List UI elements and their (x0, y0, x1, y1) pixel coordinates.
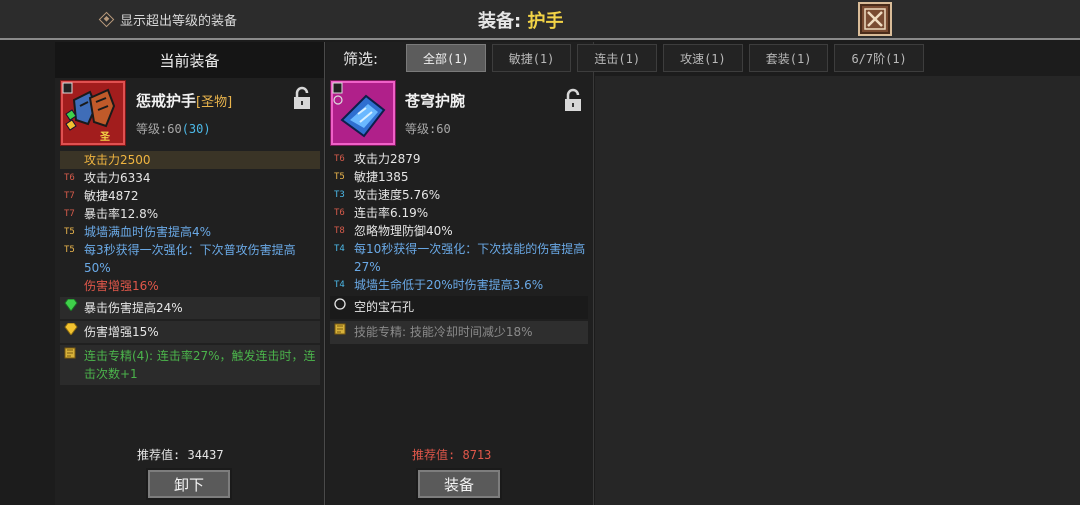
stat-tier: T5 (64, 227, 75, 237)
toggle-label: 显示超出等级的装备 (120, 14, 238, 29)
filter-tab[interactable]: 全部(1) (406, 44, 486, 72)
title-label: 装备: (478, 11, 522, 32)
stat-text: 连击率6.19% (354, 206, 429, 220)
stat-tier: T7 (64, 191, 75, 201)
gem-text: 伤害增强15% (84, 325, 159, 339)
socket-row: 空的宝石孔 (330, 296, 588, 319)
candidate-item-level: 等级:60 (405, 122, 451, 136)
stat-tier: T6 (334, 154, 345, 164)
current-item-name: 惩戒护手[圣物] (136, 90, 232, 111)
filter-tab[interactable]: 6/7阶(1) (834, 44, 924, 72)
current-stats-list: 攻击力2500 T6 攻击力6334 T7 敏捷4872 T7 暴击率12.8% T5 城墙满血… (60, 151, 320, 387)
stat-tier: T5 (64, 245, 75, 255)
rec-value: 34437 (187, 448, 224, 462)
unequip-button[interactable]: 卸下 (146, 468, 232, 500)
filter-tab[interactable]: 套装(1) (748, 44, 829, 72)
show-over-level-toggle[interactable]: 显示超出等级的装备 (98, 10, 238, 29)
stat-text: 敏捷4872 (84, 189, 139, 203)
stat-text: 每10秒获得一次强化：下次技能的伤害提高27% (354, 242, 586, 274)
stat-text: 攻击力2879 (354, 152, 421, 166)
empty-socket-icon (330, 298, 354, 317)
stat-tier: T7 (64, 209, 75, 219)
stat-row: T4 城墙生命低于20%时伤害提高3.6% (330, 276, 588, 294)
rec-label: 推荐值: (137, 448, 181, 462)
rec-value: 8713 (462, 448, 492, 462)
stat-row: T4 每10秒获得一次强化：下次技能的伤害提高27% (330, 240, 588, 276)
rec-label: 推荐值: (412, 448, 456, 462)
current-item-icon[interactable]: 圣 (60, 80, 126, 146)
stat-tier: T8 (334, 226, 345, 236)
stat-text: 攻击速度5.76% (354, 188, 441, 202)
set-icon (60, 347, 84, 366)
socket-text: 空的宝石孔 (354, 300, 415, 314)
close-icon (864, 8, 886, 30)
candidate-item-name: 苍穹护腕 (405, 92, 466, 110)
stat-tier: T4 (334, 280, 345, 290)
lock-icon[interactable] (292, 86, 312, 110)
page-title: 装备: 护手 (478, 7, 563, 33)
current-level-label: 等级:60 (136, 122, 182, 136)
filter-tab[interactable]: 攻速(1) (663, 44, 743, 72)
candidate-stats-list: T6 攻击力2879 T5 敏捷1385 T3 攻击速度5.76% T6 连击率6.19% T8… (330, 150, 588, 346)
yellow-gem-icon (64, 323, 78, 335)
svg-text:圣: 圣 (100, 131, 111, 143)
set-icon (330, 323, 354, 342)
current-item-level: 等级:60(30) (136, 120, 211, 137)
stat-row: 攻击力2500 (60, 151, 320, 169)
stat-tier: T3 (334, 190, 345, 200)
set-bonus-text: 连击专精(4): 连击率27%，触发连击时，连击次数+1 (84, 349, 316, 381)
equip-button[interactable]: 装备 (416, 468, 502, 500)
gem-row: 伤害增强15% (60, 321, 320, 343)
stat-text: 忽略物理防御40% (354, 224, 453, 238)
filter-tab[interactable]: 连击(1) (577, 44, 658, 72)
gauntlet-icon: 圣 (60, 80, 126, 146)
green-gem-icon (64, 299, 78, 311)
stat-row: T5 敏捷1385 (330, 168, 588, 186)
stat-text: 攻击力6334 (84, 171, 151, 185)
stat-row: T6 连击率6.19% (330, 204, 588, 222)
stat-row: T5 城墙满血时伤害提高4% (60, 223, 320, 241)
stat-tier: T5 (334, 172, 345, 182)
stat-row: T7 暴击率12.8% (60, 205, 320, 223)
stat-text: 每3秒获得一次强化：下次普攻伤害提高50% (84, 243, 296, 275)
stat-text: 攻击力2500 (84, 151, 320, 169)
current-recommend: 推荐值: 34437 (137, 446, 224, 463)
stat-text: 敏捷1385 (354, 170, 409, 184)
set-bonus-row: 技能专精: 技能冷却时间减少18% (330, 321, 588, 344)
stat-tier: T4 (334, 244, 345, 254)
filter-tabs: 全部(1) 敏捷(1) 连击(1) 攻速(1) 套装(1) 6/7阶(1) (406, 44, 924, 72)
lock-icon[interactable] (563, 88, 583, 112)
stat-row: T8 忽略物理防御40% (330, 222, 588, 240)
stat-row: T3 攻击速度5.76% (330, 186, 588, 204)
current-equipment-title: 当前装备 (55, 42, 324, 78)
filter-label: 筛选: (343, 50, 379, 68)
gem-text: 暴击伤害提高24% (84, 301, 183, 315)
candidate-item-icon[interactable] (330, 80, 396, 146)
empty-list-area (595, 76, 1080, 505)
gem-row: 暴击伤害提高24% (60, 297, 320, 319)
stat-text: 城墙满血时伤害提高4% (84, 225, 212, 239)
current-item-tag: [圣物] (196, 95, 233, 110)
current-item-name-text: 惩戒护手 (136, 92, 197, 110)
stat-text: 暴击率12.8% (84, 207, 159, 221)
close-button[interactable] (858, 2, 892, 36)
stat-tier: T6 (334, 208, 345, 218)
stat-row: 伤害增强16% (60, 277, 320, 295)
set-bonus-row: 连击专精(4): 连击率27%，触发连击时，连击次数+1 (60, 345, 320, 385)
stat-text: 伤害增强16% (84, 279, 159, 293)
filter-tab[interactable]: 敏捷(1) (491, 44, 572, 72)
stat-text: 城墙生命低于20%时伤害提高3.6% (354, 278, 544, 292)
title-value: 护手 (527, 11, 564, 32)
set-bonus-text: 技能专精: 技能冷却时间减少18% (354, 325, 533, 339)
stat-row: T7 敏捷4872 (60, 187, 320, 205)
current-level-extra: (30) (181, 122, 211, 136)
top-bar: 显示超出等级的装备 装备: 护手 (0, 0, 1080, 40)
stat-tier: T6 (64, 173, 75, 183)
candidate-recommend: 推荐值: 8713 (412, 446, 491, 463)
stat-row: T5 每3秒获得一次强化：下次普攻伤害提高50% (60, 241, 320, 277)
bracer-icon (330, 80, 396, 146)
stat-row: T6 攻击力6334 (60, 169, 320, 187)
stat-row: T6 攻击力2879 (330, 150, 588, 168)
diamond-checkbox-icon[interactable] (98, 11, 115, 28)
